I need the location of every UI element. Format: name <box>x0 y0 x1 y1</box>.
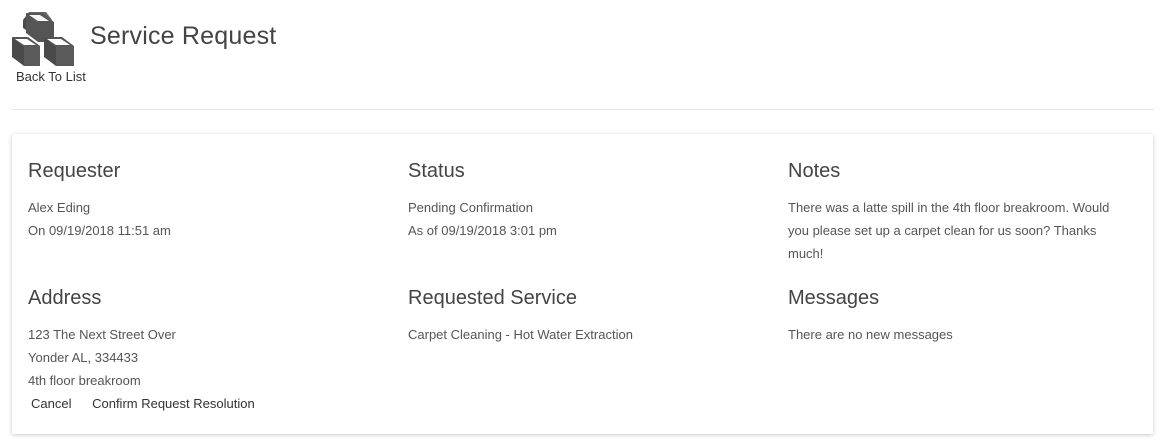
messages-heading: Messages <box>788 287 880 309</box>
status-date: As of 09/19/2018 3:01 pm <box>408 223 557 238</box>
cubes-icon <box>12 12 74 66</box>
address-line-1: 123 The Next Street Over <box>28 327 176 342</box>
requested-service-value: Carpet Cleaning - Hot Water Extraction <box>408 327 633 342</box>
address-heading: Address <box>28 287 102 309</box>
requested-service-heading: Requested Service <box>408 287 577 309</box>
request-card: Requester Alex Eding On 09/19/2018 11:51… <box>12 134 1153 434</box>
address-line-3: 4th floor breakroom <box>28 373 141 388</box>
requester-date: On 09/19/2018 11:51 am <box>28 223 171 238</box>
page-header: Service Request Back To List <box>12 12 1154 110</box>
notes-text: There was a latte spill in the 4th floor… <box>788 200 1110 261</box>
confirm-request-resolution-button[interactable]: Confirm Request Resolution <box>92 396 255 411</box>
back-to-list-link[interactable]: Back To List <box>16 69 86 84</box>
requester-heading: Requester <box>28 160 121 182</box>
notes-heading: Notes <box>788 160 841 182</box>
messages-value: There are no new messages <box>788 327 953 342</box>
status-heading: Status <box>408 160 465 182</box>
card-actions: Cancel Confirm Request Resolution <box>28 396 272 411</box>
page: Service Request Back To List Requester A… <box>0 0 1163 443</box>
messages-section: Messages There are no new messages <box>788 285 1128 346</box>
status-section: Status Pending Confirmation As of 09/19/… <box>408 158 748 242</box>
address-section: Address 123 The Next Street Over Yonder … <box>28 285 368 392</box>
address-line-2: Yonder AL, 334433 <box>28 350 139 365</box>
status-value: Pending Confirmation <box>408 200 534 215</box>
page-title: Service Request <box>90 22 277 50</box>
notes-section: Notes There was a latte spill in the 4th… <box>788 158 1128 265</box>
cancel-button[interactable]: Cancel <box>31 396 71 411</box>
requested-service-section: Requested Service Carpet Cleaning - Hot … <box>408 285 748 346</box>
requester-section: Requester Alex Eding On 09/19/2018 11:51… <box>28 158 368 242</box>
requester-name: Alex Eding <box>28 200 91 215</box>
